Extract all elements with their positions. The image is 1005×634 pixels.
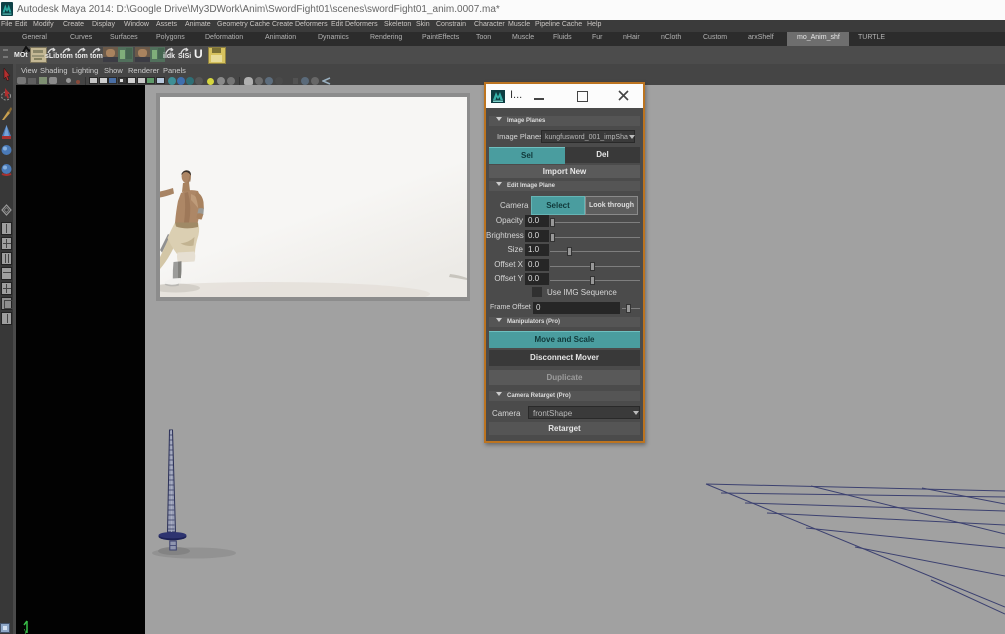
svg-text:y: y bbox=[24, 628, 28, 634]
